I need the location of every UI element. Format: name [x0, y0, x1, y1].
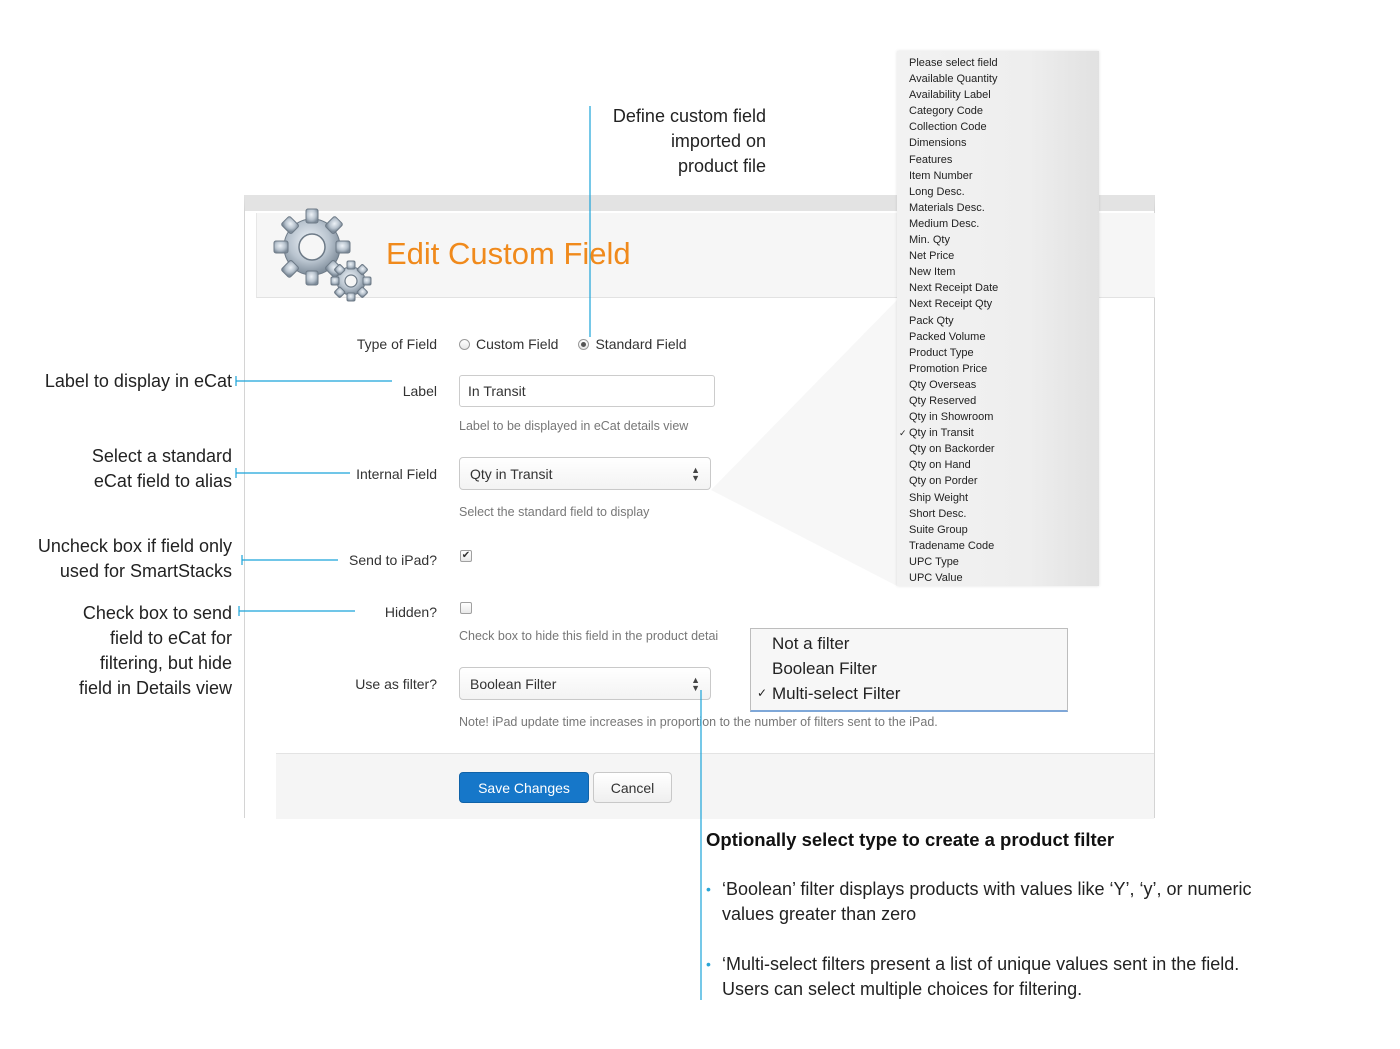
annotation-line: filtering, but hide	[99, 653, 232, 673]
annotation-line: imported on	[670, 131, 766, 151]
internal-field-annotation: Select a standard eCat field to alias	[92, 444, 232, 494]
annotation-line: eCat field to alias	[93, 471, 232, 491]
multiselect-filter-note: • ‘Multi-select filters present a list o…	[706, 952, 1239, 1002]
send-annotation: Uncheck box if field only used for Smart…	[38, 534, 232, 584]
annotation-line: field to eCat for	[109, 628, 232, 648]
note-line: values greater than zero	[722, 904, 917, 924]
annotation-line: Select a standard	[91, 446, 232, 466]
label-annotation: Label to display in eCat	[45, 369, 232, 394]
hidden-annotation: Check box to send field to eCat for filt…	[79, 601, 232, 701]
bullet-icon: •	[706, 956, 711, 972]
annotation-line: Label to display in eCat	[44, 371, 232, 391]
custom-field-annotation: Define custom field imported on product …	[613, 104, 766, 179]
annotation-line: field in Details view	[78, 678, 232, 698]
note-line: ‘Multi-select filters present a list of …	[722, 954, 1240, 974]
annotation-line: Check box to send	[82, 603, 232, 623]
boolean-filter-note: • ‘Boolean’ filter displays products wit…	[706, 877, 1252, 927]
annotation-line: product file	[677, 156, 766, 176]
bullet-icon: •	[706, 881, 711, 897]
note-line: Users can select multiple choices for fi…	[722, 979, 1083, 999]
annotation-line: Define custom field	[612, 106, 766, 126]
annotation-line: used for SmartStacks	[59, 561, 232, 581]
filter-note-heading: Optionally select type to create a produ…	[706, 829, 1115, 850]
annotation-line: Uncheck box if field only	[37, 536, 232, 556]
note-line: ‘Boolean’ filter displays products with …	[722, 879, 1252, 899]
